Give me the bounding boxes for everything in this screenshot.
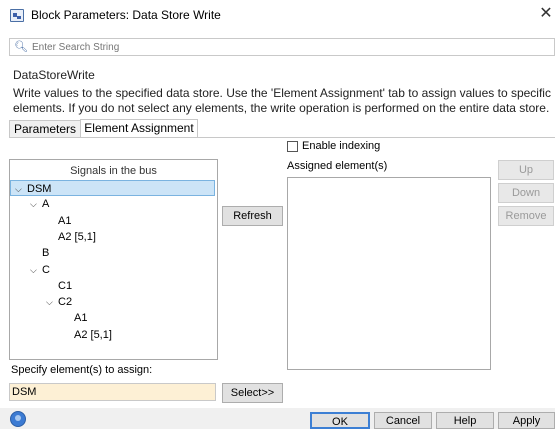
tree-item-label: C1 [58, 279, 73, 292]
tree-item[interactable]: A2 [5,1] [62, 327, 112, 343]
signals-tree[interactable]: Signals in the bus ⌵ DSM ⌵ A A1 A2 [5,1] B ⌵ C C1… [9, 159, 218, 360]
tree-item[interactable]: ⌵ C [30, 262, 50, 278]
tab-divider [9, 137, 555, 138]
search-icon: 🔍︎ [14, 41, 28, 53]
assigned-elements-list[interactable] [287, 177, 491, 370]
specify-element-input[interactable]: DSM [9, 383, 216, 401]
tab-parameters[interactable]: Parameters [9, 120, 81, 138]
app-icon [10, 9, 24, 22]
tree-item-label: A2 [5,1] [74, 328, 112, 341]
tree-item[interactable]: ⌵ DSM [10, 180, 215, 196]
cancel-button[interactable]: Cancel [374, 412, 432, 429]
tree-item-label: A [42, 198, 50, 211]
tree-item[interactable]: A2 [5,1] [46, 229, 96, 245]
enable-indexing-label: Enable indexing [302, 140, 381, 152]
select-button[interactable]: Select>> [222, 383, 283, 403]
chevron-down-icon[interactable]: ⌵ [30, 262, 42, 278]
search-box[interactable]: 🔍︎ [9, 38, 555, 56]
tree-item[interactable]: ⌵ A [30, 196, 49, 212]
specify-label: Specify element(s) to assign: [11, 364, 153, 376]
search-input[interactable] [32, 40, 532, 54]
down-button[interactable]: Down [498, 183, 554, 203]
tree-item[interactable]: B [30, 245, 49, 261]
tree-item-label: A2 [5,1] [58, 230, 96, 243]
tree-item-label: A1 [74, 312, 88, 325]
refresh-button[interactable]: Refresh [222, 206, 283, 226]
help-icon[interactable] [10, 411, 26, 427]
tree-item[interactable]: ⌵ C2 [46, 294, 72, 310]
up-button[interactable]: Up [498, 160, 554, 180]
tree-item-label: DSM [27, 183, 52, 195]
tree-item-label: A1 [58, 214, 72, 227]
tree-header: Signals in the bus [70, 165, 157, 177]
apply-button[interactable]: Apply [498, 412, 555, 429]
tree-item[interactable]: C1 [46, 278, 72, 294]
tree-item[interactable]: A1 [62, 310, 87, 326]
tab-element-assignment[interactable]: Element Assignment [80, 119, 198, 138]
enable-indexing-checkbox[interactable] [287, 141, 298, 152]
ok-button[interactable]: OK [310, 412, 370, 429]
tree-item-label: C [42, 263, 50, 276]
tree-item-label: B [42, 247, 50, 260]
assigned-elements-label: Assigned element(s) [287, 160, 388, 172]
block-description: Write values to the specified data store… [13, 86, 551, 115]
remove-button[interactable]: Remove [498, 206, 554, 226]
help-button[interactable]: Help [436, 412, 494, 429]
tree-item[interactable]: A1 [46, 213, 71, 229]
chevron-down-icon[interactable]: ⌵ [46, 294, 58, 310]
chevron-down-icon[interactable]: ⌵ [30, 196, 42, 212]
close-icon[interactable]: ✕ [537, 5, 555, 23]
tree-item-label: C2 [58, 296, 73, 309]
window-title: Block Parameters: Data Store Write [31, 8, 221, 22]
chevron-down-icon[interactable]: ⌵ [15, 181, 27, 197]
block-name: DataStoreWrite [13, 68, 95, 82]
